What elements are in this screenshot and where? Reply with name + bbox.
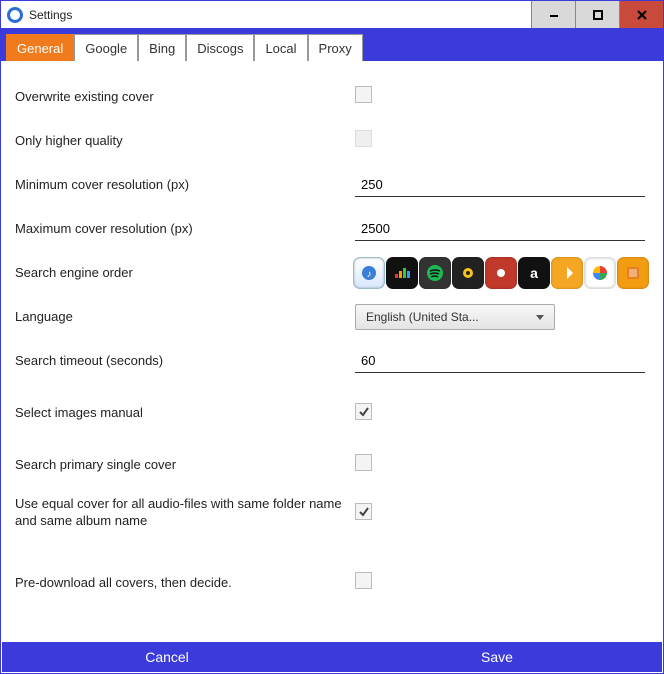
titlebar: Settings <box>1 1 663 29</box>
close-button[interactable] <box>619 1 663 28</box>
tab-discogs[interactable]: Discogs <box>186 34 254 61</box>
primary-single-checkbox[interactable] <box>355 454 372 471</box>
gracenote-icon[interactable] <box>485 257 517 289</box>
maximize-button[interactable] <box>575 1 619 28</box>
overwrite-label: Overwrite existing cover <box>15 89 355 106</box>
max-res-label: Maximum cover resolution (px) <box>15 221 355 238</box>
discogs-icon[interactable] <box>452 257 484 289</box>
higher-quality-label: Only higher quality <box>15 133 355 150</box>
amazon-icon[interactable]: a <box>518 257 550 289</box>
itunes-icon[interactable]: ♪ <box>353 257 385 289</box>
bottom-bar: Cancel Save <box>2 642 662 672</box>
primary-single-label: Search primary single cover <box>15 457 355 474</box>
equal-cover-label: Use equal cover for all audio-files with… <box>15 496 355 530</box>
language-value: English (United Sta... <box>366 310 479 324</box>
app-icon <box>7 7 23 23</box>
bookstore-icon[interactable] <box>617 257 649 289</box>
cancel-button[interactable]: Cancel <box>2 642 332 672</box>
minimize-button[interactable] <box>531 1 575 28</box>
tab-content-general: Overwrite existing cover Only higher qua… <box>1 61 663 643</box>
timeout-input[interactable] <box>355 349 645 373</box>
timeout-label: Search timeout (seconds) <box>15 353 355 370</box>
deezer-icon[interactable] <box>386 257 418 289</box>
tab-google[interactable]: Google <box>74 34 138 61</box>
tab-general[interactable]: General <box>6 34 74 61</box>
svg-text:♪: ♪ <box>367 269 372 280</box>
overwrite-checkbox[interactable] <box>355 86 372 103</box>
tab-local[interactable]: Local <box>254 34 307 61</box>
equal-cover-checkbox[interactable] <box>355 503 372 520</box>
bing-icon[interactable] <box>551 257 583 289</box>
window-controls <box>531 1 663 28</box>
language-dropdown[interactable]: English (United Sta... <box>355 304 555 330</box>
higher-quality-checkbox <box>355 130 372 147</box>
min-res-input[interactable] <box>355 173 645 197</box>
engine-order-list[interactable]: ♪ a <box>353 257 649 289</box>
tab-bar: GeneralGoogleBingDiscogsLocalProxy <box>1 29 663 61</box>
max-res-input[interactable] <box>355 217 645 241</box>
settings-window: Settings GeneralGoogleBingDiscogsLocalPr… <box>0 0 664 674</box>
google-icon[interactable] <box>584 257 616 289</box>
predownload-label: Pre-download all covers, then decide. <box>15 575 355 592</box>
language-label: Language <box>15 309 355 326</box>
engine-order-label: Search engine order <box>15 265 353 282</box>
window-title: Settings <box>29 8 531 22</box>
select-manual-label: Select images manual <box>15 405 355 422</box>
min-res-label: Minimum cover resolution (px) <box>15 177 355 194</box>
predownload-checkbox[interactable] <box>355 572 372 589</box>
tab-bing[interactable]: Bing <box>138 34 186 61</box>
select-manual-checkbox[interactable] <box>355 403 372 420</box>
tab-proxy[interactable]: Proxy <box>308 34 363 61</box>
save-button[interactable]: Save <box>332 642 662 672</box>
spotify-icon[interactable] <box>419 257 451 289</box>
